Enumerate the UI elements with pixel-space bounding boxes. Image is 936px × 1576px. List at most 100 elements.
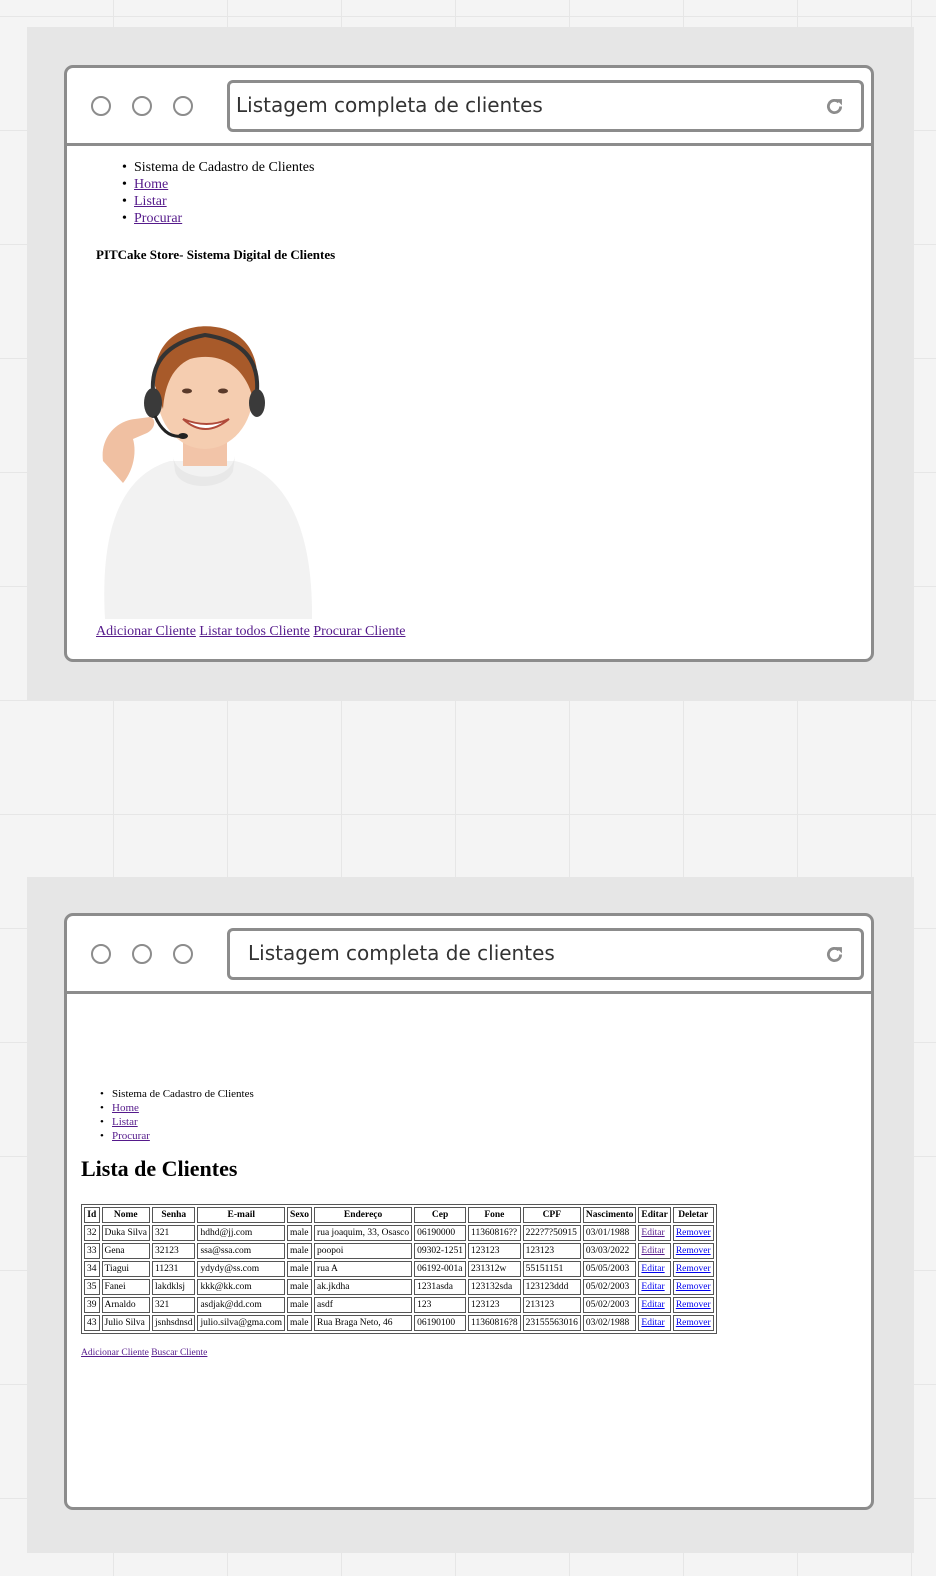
remove-link[interactable]: Remover	[676, 1300, 711, 1310]
search-client-link[interactable]: Buscar Cliente	[151, 1348, 207, 1358]
edit-link[interactable]: Editar	[641, 1300, 664, 1310]
window-control-icon[interactable]	[132, 96, 152, 116]
table-row: 34 Tiagui 11231 ydydy@ss.com male rua A 06192-…	[84, 1261, 714, 1277]
nav-link-home[interactable]: Home	[134, 177, 168, 192]
edit-link[interactable]: Editar	[641, 1282, 664, 1292]
table-cell: 11360816?8	[468, 1315, 521, 1331]
nav-link-procurar[interactable]: Procurar	[134, 211, 182, 226]
column-header: Senha	[151, 1207, 196, 1223]
column-header: Id	[84, 1207, 100, 1223]
table-cell: male	[287, 1243, 313, 1259]
remove-link[interactable]: Remover	[676, 1246, 711, 1256]
window-control-icon[interactable]	[132, 944, 152, 964]
column-header: Deletar	[672, 1207, 714, 1223]
add-client-link[interactable]: Adicionar Cliente	[96, 624, 196, 639]
address-bar[interactable]: Listagem completa de clientes	[227, 80, 864, 132]
search-client-link[interactable]: Procurar Cliente	[313, 624, 405, 639]
table-cell: 55151151	[522, 1261, 581, 1277]
table-cell: kkk@kk.com	[197, 1279, 286, 1295]
table-header-row: Id Nome Senha E-mail Sexo Endereço Cep F…	[84, 1207, 714, 1223]
table-cell: male	[287, 1315, 313, 1331]
edit-cell: Editar	[638, 1279, 671, 1295]
column-header: Nascimento	[582, 1207, 637, 1223]
table-row: 39 Arnaldo 321 asdjak@dd.com male asdf 123 1231…	[84, 1297, 714, 1313]
nav-link-procurar[interactable]: Procurar	[112, 1130, 150, 1142]
edit-link[interactable]: Editar	[641, 1228, 664, 1238]
table-cell: male	[287, 1225, 313, 1241]
address-bar-text: Listagem completa de clientes	[236, 93, 543, 117]
table-cell: 321	[151, 1297, 196, 1313]
add-client-link[interactable]: Adicionar Cliente	[81, 1348, 149, 1358]
table-cell: 11360816??	[468, 1225, 521, 1241]
browser-mockup-2: Listagem completa de clientes Sistema de…	[27, 877, 914, 1553]
delete-cell: Remover	[672, 1297, 714, 1313]
page-title: Lista de Clientes	[81, 1156, 238, 1181]
table-cell: 09302-1251	[414, 1243, 467, 1259]
store-title: PITCake Store- Sistema Digital de Client…	[96, 247, 336, 262]
table-cell: poopoi	[314, 1243, 413, 1259]
table-cell: Rua Braga Neto, 46	[314, 1315, 413, 1331]
table-cell: 123123ddd	[522, 1279, 581, 1295]
delete-cell: Remover	[672, 1279, 714, 1295]
table-cell: Fanei	[101, 1279, 150, 1295]
table-row: 43 Julio Silva jsnhsdnsd julio.silva@gma.co…	[84, 1315, 714, 1331]
table-cell: 05/02/2003	[582, 1297, 637, 1313]
table-cell: 34	[84, 1261, 100, 1277]
window-control-icon[interactable]	[91, 944, 111, 964]
table-cell: 123	[414, 1297, 467, 1313]
table-cell: male	[287, 1297, 313, 1313]
table-cell: 06192-001a	[414, 1261, 467, 1277]
remove-link[interactable]: Remover	[676, 1318, 711, 1328]
table-cell: 1231asda	[414, 1279, 467, 1295]
edit-link[interactable]: Editar	[641, 1246, 664, 1256]
column-header: Editar	[638, 1207, 671, 1223]
window-control-icon[interactable]	[173, 944, 193, 964]
nav-link-listar[interactable]: Listar	[112, 1116, 138, 1128]
column-header: Sexo	[287, 1207, 313, 1223]
address-bar[interactable]: Listagem completa de clientes	[227, 928, 864, 980]
nav-link-home[interactable]: Home	[112, 1102, 139, 1114]
table-cell: 35	[84, 1279, 100, 1295]
reload-icon[interactable]	[824, 96, 845, 117]
edit-link[interactable]: Editar	[641, 1318, 664, 1328]
window-control-icon[interactable]	[91, 96, 111, 116]
table-cell: 03/03/2022	[582, 1243, 637, 1259]
table-cell: rua joaquim, 33, Osasco	[314, 1225, 413, 1241]
column-header: E-mail	[197, 1207, 286, 1223]
edit-link[interactable]: Editar	[641, 1264, 664, 1274]
table-cell: ssa@ssa.com	[197, 1243, 286, 1259]
table-cell: 11231	[151, 1261, 196, 1277]
list-clients-link[interactable]: Listar todos Cliente	[199, 624, 309, 639]
table-cell: Duka Silva	[101, 1225, 150, 1241]
table-cell: 123132sda	[468, 1279, 521, 1295]
remove-link[interactable]: Remover	[676, 1264, 711, 1274]
table-cell: Tiagui	[101, 1261, 150, 1277]
table-cell: 32123	[151, 1243, 196, 1259]
table-cell: julio.silva@gma.com	[197, 1315, 286, 1331]
remove-link[interactable]: Remover	[676, 1228, 711, 1238]
table-cell: Arnaldo	[101, 1297, 150, 1313]
edit-cell: Editar	[638, 1261, 671, 1277]
column-header: Nome	[101, 1207, 150, 1223]
remove-link[interactable]: Remover	[676, 1282, 711, 1292]
reload-icon[interactable]	[824, 944, 845, 965]
table-cell: 123123	[468, 1243, 521, 1259]
nav-list: Sistema de Cadastro de Clientes Home Lis…	[100, 1087, 254, 1143]
table-row: 33 Gena 32123 ssa@ssa.com male poopoi 09302-12…	[84, 1243, 714, 1259]
table-cell: 03/02/1988	[582, 1315, 637, 1331]
nav-link-listar[interactable]: Listar	[134, 194, 167, 209]
table-cell: 123123	[468, 1297, 521, 1313]
column-header: Endereço	[314, 1207, 413, 1223]
table-cell: 32	[84, 1225, 100, 1241]
table-cell: 321	[151, 1225, 196, 1241]
address-bar-text: Listagem completa de clientes	[248, 941, 555, 965]
table-cell: 43	[84, 1315, 100, 1331]
window-control-icon[interactable]	[173, 96, 193, 116]
table-cell: 222?7?50915	[522, 1225, 581, 1241]
edit-cell: Editar	[638, 1225, 671, 1241]
column-header: CPF	[522, 1207, 581, 1223]
table-row: 32 Duka Silva 321 hdhd@jj.com male rua joaqui…	[84, 1225, 714, 1241]
table-cell: 06190000	[414, 1225, 467, 1241]
table-cell: rua A	[314, 1261, 413, 1277]
table-cell: hdhd@jj.com	[197, 1225, 286, 1241]
